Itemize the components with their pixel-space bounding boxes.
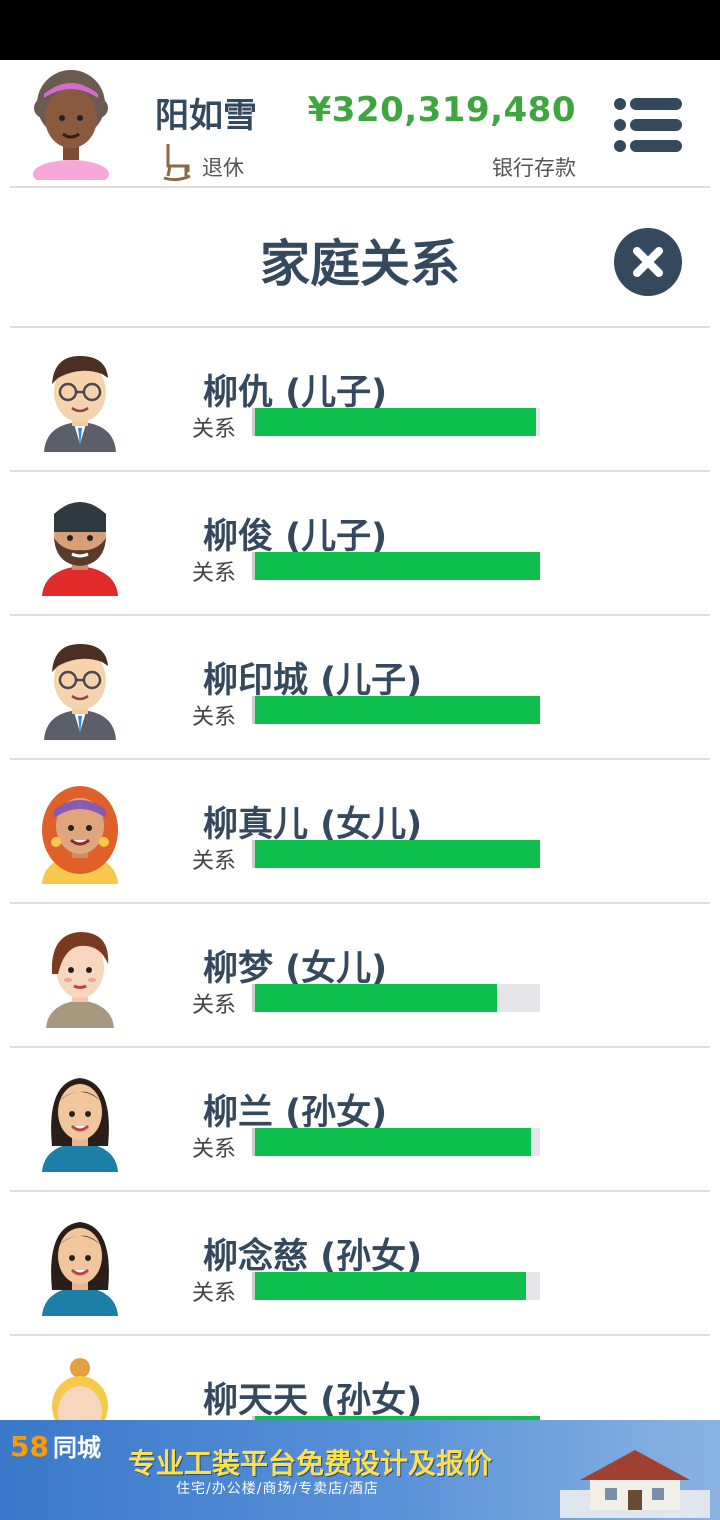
ad-banner[interactable]: 58 同城 专业工装平台免费设计及报价 住宅/办公楼/商场/专卖店/酒店 xyxy=(0,1420,720,1520)
family-member-list: 柳仇 (儿子) 关系 柳俊 (儿子) 关系 柳印城 (儿子) 关系 柳真儿 (女儿) 关系 柳梦… xyxy=(0,328,720,1420)
relationship-bar-tick xyxy=(252,1272,255,1300)
menu-icon[interactable] xyxy=(612,98,684,152)
family-member-row[interactable]: 柳念慈 (孙女) 关系 xyxy=(10,1192,710,1336)
member-avatar xyxy=(42,502,118,596)
ad-subline: 住宅/办公楼/商场/专卖店/酒店 xyxy=(176,1481,379,1497)
relationship-bar-tick xyxy=(252,840,255,868)
relationship-bar-fill xyxy=(252,840,540,868)
player-name: 阳如雪 xyxy=(155,96,257,136)
relationship-bar xyxy=(252,696,540,724)
player-header: 阳如雪 退休 ¥320,319,480 银行存款 xyxy=(0,60,720,188)
relationship-bar-fill xyxy=(252,1272,526,1300)
relationship-bar-tick xyxy=(252,552,255,580)
relationship-label: 关系 xyxy=(192,417,237,442)
family-member-row[interactable]: 柳梦 (女儿) 关系 xyxy=(10,904,710,1048)
relationship-bar xyxy=(252,1272,540,1300)
relationship-bar-fill xyxy=(252,408,536,436)
relationship-label: 关系 xyxy=(192,561,237,586)
relationship-label: 关系 xyxy=(192,705,237,730)
relationship-bar-tick xyxy=(252,984,255,1012)
family-member-row[interactable]: 柳天天 (孙女)关系 xyxy=(10,1336,710,1420)
member-avatar xyxy=(46,932,114,1028)
member-avatar xyxy=(44,644,116,740)
member-name: 柳天天 (孙女) xyxy=(203,1381,423,1420)
relationship-bar xyxy=(252,1128,540,1156)
member-avatar xyxy=(52,1358,108,1420)
close-icon[interactable] xyxy=(613,227,683,297)
player-avatar xyxy=(33,70,109,180)
relationship-bar-tick xyxy=(252,1128,255,1156)
header-divider xyxy=(10,186,710,188)
relationship-bar-tick xyxy=(252,696,255,724)
family-member-row[interactable]: 柳仇 (儿子) 关系 xyxy=(10,328,710,472)
member-avatar xyxy=(42,1222,118,1316)
page-title: 家庭关系 xyxy=(260,235,460,293)
ad-logo-number: 58 xyxy=(10,1430,49,1463)
relationship-bar-fill xyxy=(252,552,540,580)
life-status: 退休 xyxy=(202,156,244,180)
relationship-label: 关系 xyxy=(192,993,237,1018)
member-avatar xyxy=(42,786,118,884)
relationship-bar xyxy=(252,552,540,580)
family-member-row[interactable]: 柳真儿 (女儿) 关系 xyxy=(10,760,710,904)
status-bar xyxy=(0,0,720,60)
member-avatar xyxy=(42,1078,118,1172)
ad-headline: 专业工装平台免费设计及报价 xyxy=(128,1447,493,1480)
relationship-label: 关系 xyxy=(192,1281,237,1306)
house-icon xyxy=(560,1450,710,1518)
family-member-row[interactable]: 柳俊 (儿子) 关系 xyxy=(10,472,710,616)
relationship-bar xyxy=(252,840,540,868)
rocking-chair-icon xyxy=(163,144,191,182)
relationship-bar-fill xyxy=(252,1128,532,1156)
bank-balance-label: 银行存款 xyxy=(492,156,576,180)
family-member-row[interactable]: 柳印城 (儿子) 关系 xyxy=(10,616,710,760)
relationship-bar xyxy=(252,408,540,436)
relationship-label: 关系 xyxy=(192,849,237,874)
bank-balance: ¥320,319,480 xyxy=(307,90,576,130)
relationship-bar-tick xyxy=(252,408,255,436)
ad-logo-text: 同城 xyxy=(52,1434,101,1462)
member-avatar xyxy=(44,356,116,452)
relationship-bar-fill xyxy=(252,696,540,724)
relationship-bar-fill xyxy=(252,984,497,1012)
relationship-bar xyxy=(252,984,540,1012)
relationship-label: 关系 xyxy=(192,1137,237,1162)
family-member-row[interactable]: 柳兰 (孙女) 关系 xyxy=(10,1048,710,1192)
ad-logo: 58 同城 xyxy=(10,1428,101,1463)
